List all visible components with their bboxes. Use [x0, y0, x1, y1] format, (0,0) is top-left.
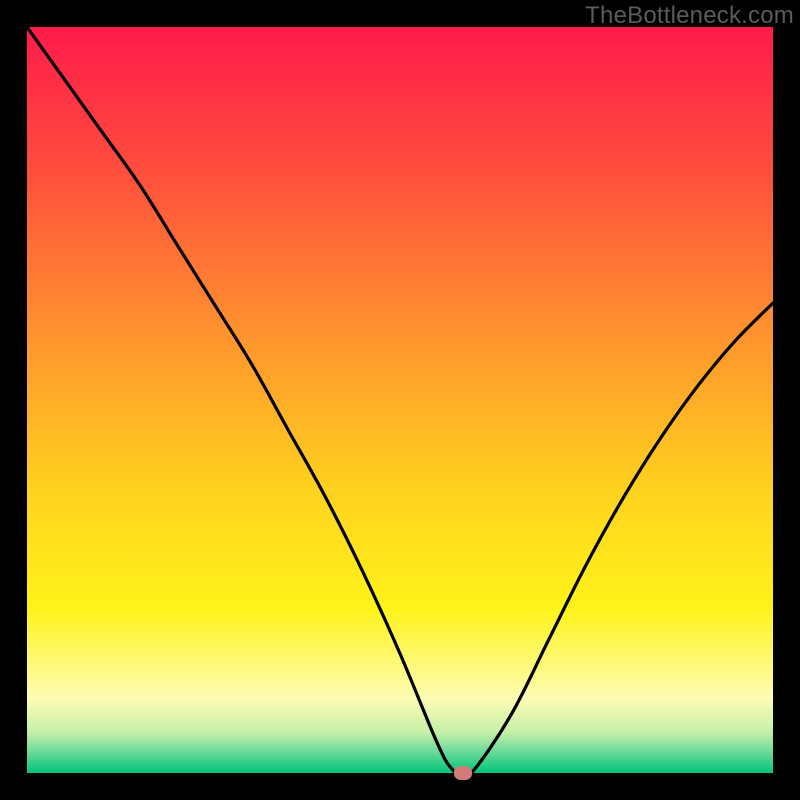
chart-frame: TheBottleneck.com: [0, 0, 800, 800]
watermark-text: TheBottleneck.com: [585, 2, 794, 30]
optimal-point-marker: [454, 766, 472, 780]
plot-area: [27, 27, 773, 773]
bottleneck-curve: [27, 27, 773, 773]
